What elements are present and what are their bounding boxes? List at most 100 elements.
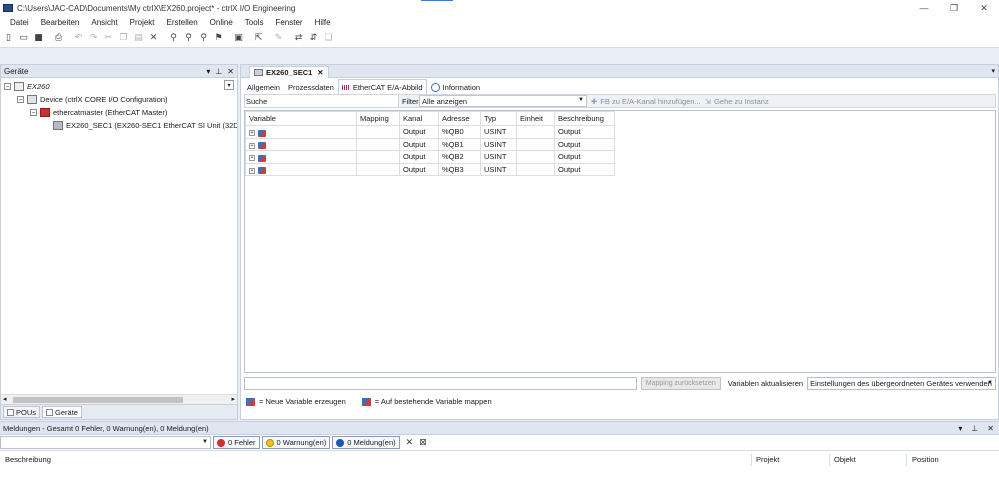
scrollbar-thumb[interactable] — [13, 397, 183, 403]
table-row[interactable]: + Output %QB3 USINT Output — [245, 162, 615, 176]
tab-information[interactable]: Information — [427, 81, 485, 94]
scroll-right-icon[interactable]: ▸ — [231, 395, 235, 403]
find-icon[interactable]: ⚲ — [167, 32, 180, 45]
collapse-icon[interactable]: − — [4, 82, 11, 90]
table-row[interactable]: + Output %QB1 USINT Output — [245, 137, 615, 151]
infos-filter-button[interactable]: 0 Meldung(en) — [332, 436, 400, 449]
close-button[interactable]: ✕ — [969, 0, 999, 16]
panel-dropdown-icon[interactable]: ▾ — [206, 67, 210, 76]
reset-mapping-button[interactable]: Mapping zurücksetzen — [640, 376, 721, 390]
cell-variable[interactable]: + — [245, 162, 357, 176]
cell-mapping[interactable] — [356, 150, 400, 164]
doc-tab-ex260-sec1[interactable]: EX260_SEC1 ✕ — [249, 66, 329, 78]
col-kanal[interactable]: Kanal — [399, 111, 439, 126]
expand-icon[interactable]: + — [249, 130, 255, 136]
cell-variable[interactable]: + — [245, 150, 357, 164]
expand-icon[interactable]: + — [249, 142, 255, 149]
tree-item-root[interactable]: − EX260 — [4, 80, 50, 92]
col-mapping[interactable]: Mapping — [356, 111, 400, 126]
tree-dropdown-icon[interactable]: ▾ — [224, 80, 234, 90]
pin-icon[interactable]: ⊥ — [971, 424, 978, 433]
warnings-filter-button[interactable]: 0 Warnung(en) — [261, 436, 331, 449]
goto-instance-button[interactable]: ⇲ Gehe zu Instanz — [705, 97, 769, 106]
save-icon[interactable]: ■ — [32, 32, 45, 45]
table-row[interactable]: + Output %QB2 USINT Output — [245, 150, 615, 164]
bookmark-icon[interactable]: ⚑ — [212, 32, 225, 45]
panel-close-icon[interactable]: ✕ — [227, 67, 234, 76]
cell-mapping[interactable] — [356, 162, 400, 176]
clear-messages-icon[interactable]: ✕ — [406, 438, 414, 448]
add-fb-button[interactable]: ✚ FB zu E/A-Kanal hinzufügen... — [591, 97, 701, 106]
menu-tools[interactable]: Tools — [239, 18, 270, 27]
message-source-select[interactable]: ▼ — [0, 436, 211, 449]
col-variable[interactable]: Variable — [245, 111, 357, 126]
tab-geraete[interactable]: Geräte — [42, 406, 82, 418]
filter-select[interactable]: Alle anzeigen ▼ — [419, 95, 587, 107]
menu-ansicht[interactable]: Ansicht — [85, 18, 123, 27]
plus-icon: ✚ — [591, 96, 598, 106]
col-einheit[interactable]: Einheit — [516, 111, 555, 126]
logout-icon[interactable]: ⇵ — [307, 32, 320, 45]
tree-item-device[interactable]: − Device (ctrlX CORE I/O Configuration) — [17, 93, 168, 105]
tab-allgemein[interactable]: Allgemein — [243, 81, 284, 94]
maximize-button[interactable]: ❐ — [939, 0, 969, 16]
login-icon[interactable]: ⇄ — [292, 32, 305, 45]
pin-icon[interactable]: ⊥ — [215, 67, 222, 76]
menu-projekt[interactable]: Projekt — [124, 18, 161, 27]
copy-icon[interactable]: ❐ — [117, 32, 130, 45]
tab-pous[interactable]: POUs — [3, 406, 41, 418]
cell-mapping[interactable] — [356, 137, 400, 151]
tab-ethercat-ea-abbild[interactable]: EtherCAT E/A-Abbild — [337, 79, 427, 94]
find-next-icon[interactable]: ⚲ — [182, 32, 195, 45]
collapse-icon[interactable]: − — [30, 108, 37, 116]
undo-icon[interactable]: ↶ — [72, 32, 85, 45]
delete-icon[interactable]: ✕ — [147, 32, 160, 45]
close-tab-icon[interactable]: ✕ — [317, 68, 323, 77]
menu-erstellen[interactable]: Erstellen — [161, 18, 204, 27]
horizontal-scrollbar[interactable]: ◂ ▸ — [1, 394, 237, 404]
cell-mapping[interactable] — [356, 125, 400, 139]
minimize-button[interactable]: — — [909, 0, 939, 16]
export-icon[interactable]: ⇱ — [252, 32, 265, 45]
col-msg-projekt[interactable]: Projekt — [756, 455, 779, 464]
tree-item-master[interactable]: − ethercatmaster (EtherCAT Master) — [30, 106, 167, 118]
clear-all-messages-icon[interactable]: ⊠ — [419, 438, 427, 448]
search-input[interactable]: Suche — [245, 95, 399, 107]
col-beschreibung[interactable]: Beschreibung — [554, 111, 615, 126]
scroll-left-icon[interactable]: ◂ — [3, 395, 7, 403]
col-adresse[interactable]: Adresse — [438, 111, 481, 126]
device-icon[interactable]: ▣ — [232, 32, 245, 45]
errors-filter-button[interactable]: 0 Fehler — [213, 436, 260, 449]
update-vars-select[interactable]: Einstellungen des übergeordneten Gerätes… — [807, 376, 996, 390]
cell-variable[interactable]: + — [245, 137, 357, 151]
panel-close-icon[interactable]: ✕ — [987, 424, 994, 433]
wand-icon[interactable]: ✎ — [272, 32, 285, 45]
variable-input[interactable] — [244, 376, 637, 390]
window-icon[interactable]: ❏ — [322, 32, 335, 45]
menu-datei[interactable]: Datei — [4, 18, 35, 27]
open-folder-icon[interactable]: ▭ — [17, 32, 30, 45]
new-file-icon[interactable]: ▯ — [2, 32, 15, 45]
menu-bearbeiten[interactable]: Bearbeiten — [35, 18, 86, 27]
expand-icon[interactable]: + — [249, 167, 255, 174]
print-icon[interactable]: ⎙ — [52, 32, 65, 45]
tree-item-slave[interactable]: EX260_SEC1 (EX260-SEC1 EtherCAT SI Unit … — [53, 119, 237, 131]
col-msg-objekt[interactable]: Objekt — [834, 455, 856, 464]
collapse-icon[interactable]: − — [17, 95, 24, 103]
tab-list-dropdown-icon[interactable]: ▾ — [991, 67, 995, 75]
tab-prozessdaten[interactable]: Prozessdaten — [284, 81, 338, 94]
cut-icon[interactable]: ✂ — [102, 32, 115, 45]
col-msg-beschreibung[interactable]: Beschreibung — [5, 455, 51, 464]
replace-icon[interactable]: ⚲ — [197, 32, 210, 45]
menu-fenster[interactable]: Fenster — [269, 18, 308, 27]
table-row[interactable]: + Output %QB0 USINT Output — [245, 125, 615, 139]
expand-icon[interactable]: + — [249, 155, 255, 161]
menu-online[interactable]: Online — [204, 18, 239, 27]
menu-hilfe[interactable]: Hilfe — [309, 18, 337, 27]
col-typ[interactable]: Typ — [480, 111, 517, 126]
panel-dropdown-icon[interactable]: ▾ — [958, 424, 962, 433]
cell-variable[interactable]: + — [245, 125, 357, 139]
redo-icon[interactable]: ↷ — [87, 32, 100, 45]
paste-icon[interactable]: ▤ — [132, 32, 145, 45]
col-msg-position[interactable]: Position — [912, 455, 939, 464]
